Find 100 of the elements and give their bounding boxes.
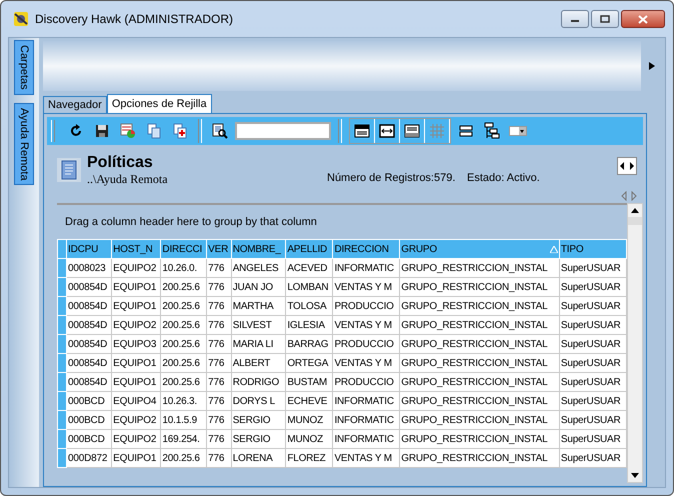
- table-cell: 000BCD: [66, 392, 112, 410]
- table-cell: 000854D: [66, 296, 112, 316]
- table-cell: PRODUCCIO: [332, 334, 400, 354]
- table-cell: 000854D: [66, 316, 112, 334]
- table-cell: 000BCD: [66, 410, 112, 430]
- row-indicator[interactable]: [58, 372, 66, 392]
- table-cell: 776: [206, 410, 232, 430]
- table-cell: 000854D: [66, 278, 112, 296]
- nav-arrows-icon[interactable]: [621, 191, 637, 201]
- column-header[interactable]: VER: [206, 240, 232, 258]
- column-header[interactable]: HOST_N: [112, 240, 161, 258]
- table-cell: 200.25.6: [160, 334, 207, 354]
- tab[interactable]: Navegador: [43, 96, 107, 113]
- row-indicator[interactable]: [58, 316, 66, 334]
- table-cell: EQUIPO2: [112, 258, 161, 278]
- maximize-icon: [600, 15, 610, 23]
- table-cell: GRUPO_RESTRICCION_INSTAL: [400, 430, 560, 448]
- table-cell: 200.25.6: [160, 278, 207, 296]
- table-cell: SuperUSUAR: [559, 334, 626, 354]
- column-header[interactable]: NOMBRE_: [231, 240, 286, 258]
- table-cell: GRUPO_RESTRICCION_INSTAL: [400, 392, 560, 410]
- table-cell: 000854D: [66, 354, 112, 372]
- maximize-button[interactable]: [591, 10, 619, 28]
- scroll-thumb[interactable]: [628, 217, 642, 225]
- table-cell: 200.25.6: [160, 316, 207, 334]
- side-tab[interactable]: Ayuda Remota: [14, 102, 34, 186]
- table-cell: INFORMATIC: [332, 430, 400, 448]
- side-tab[interactable]: Carpetas: [14, 40, 34, 95]
- minimize-button[interactable]: [561, 10, 589, 28]
- table-cell: PRODUCCIO: [332, 372, 400, 392]
- vertical-scrollbar[interactable]: [627, 203, 643, 483]
- close-button[interactable]: [621, 10, 665, 28]
- table-cell: INFORMATIC: [332, 392, 400, 410]
- table-cell: 000854D: [66, 372, 112, 392]
- table-cell: EQUIPO3: [112, 334, 161, 354]
- table-cell: 10.26.0.: [160, 258, 207, 278]
- table-cell: VENTAS Y M: [332, 316, 400, 334]
- table-cell: BUSTAM: [286, 372, 333, 392]
- scroll-arrows-button[interactable]: [617, 157, 637, 175]
- table-cell: ECHEVE: [286, 392, 333, 410]
- folder-path: ..\Ayuda Remota: [87, 172, 169, 186]
- table-cell: 776: [206, 392, 232, 410]
- row-indicator[interactable]: [58, 430, 66, 448]
- table-cell: SuperUSUAR: [559, 372, 626, 392]
- table-cell: RODRIGO: [231, 372, 286, 392]
- group-hint: Drag a column header here to group by that column: [65, 216, 317, 228]
- row-indicator[interactable]: [58, 296, 66, 316]
- table-cell: ORTEGA: [286, 354, 333, 372]
- row-indicator[interactable]: [58, 448, 66, 468]
- search-field[interactable]: [235, 122, 331, 140]
- table-cell: INFORMATIC: [332, 410, 400, 430]
- table-cell: SuperUSUAR: [559, 392, 626, 410]
- left-right-arrows-icon: [620, 162, 634, 170]
- row-indicator[interactable]: [58, 278, 66, 296]
- table-cell: GRUPO_RESTRICCION_INSTAL: [400, 316, 560, 334]
- table-cell: ANGELES: [231, 258, 286, 278]
- table-cell: SuperUSUAR: [559, 278, 626, 296]
- table-cell: SuperUSUAR: [559, 316, 626, 334]
- column-header[interactable]: IDCPU: [66, 240, 112, 258]
- table-cell: 200.25.6: [160, 354, 207, 372]
- scroll-up-icon[interactable]: [631, 208, 639, 213]
- table-cell: 776: [206, 372, 232, 392]
- app-icon: [13, 11, 29, 27]
- row-indicator[interactable]: [58, 354, 66, 372]
- table-cell: EQUIPO2: [112, 430, 161, 448]
- table-cell: JUAN JO: [231, 278, 286, 296]
- table-cell: MUNOZ: [286, 410, 333, 430]
- column-header[interactable]: DIRECCI: [160, 240, 207, 258]
- table-cell: GRUPO_RESTRICCION_INSTAL: [400, 448, 560, 468]
- table-cell: SuperUSUAR: [559, 448, 626, 468]
- table-cell: MARIA LI: [231, 334, 286, 354]
- row-indicator[interactable]: [58, 392, 66, 410]
- table-cell: SuperUSUAR: [559, 430, 626, 448]
- table-cell: 776: [206, 334, 232, 354]
- column-header[interactable]: TIPO: [559, 240, 626, 258]
- column-header[interactable]: GRUPO: [400, 240, 560, 258]
- table-cell: 776: [206, 430, 232, 448]
- row-indicator[interactable]: [58, 334, 66, 354]
- column-header[interactable]: APELLID: [286, 240, 333, 258]
- expand-arrow-icon[interactable]: [649, 62, 655, 70]
- record-count: Número de Registros:579.: [327, 172, 456, 184]
- table-cell: SuperUSUAR: [559, 354, 626, 372]
- table-cell: FLOREZ: [286, 448, 333, 468]
- column-header[interactable]: DIRECCION: [332, 240, 400, 258]
- table-cell: 169.254.: [160, 430, 207, 448]
- row-indicator: [58, 240, 66, 258]
- table-cell: VENTAS Y M: [332, 448, 400, 468]
- table-cell: ACEVED: [286, 258, 333, 278]
- table-cell: EQUIPO1: [112, 278, 161, 296]
- scroll-down-icon[interactable]: [631, 473, 639, 478]
- table-cell: SERGIO: [231, 430, 286, 448]
- row-indicator[interactable]: [58, 410, 66, 430]
- table-cell: IGLESIA: [286, 316, 333, 334]
- table-cell: 776: [206, 258, 232, 278]
- table-cell: GRUPO_RESTRICCION_INSTAL: [400, 410, 560, 430]
- row-indicator[interactable]: [58, 258, 66, 278]
- table-cell: EQUIPO1: [112, 354, 161, 372]
- table-cell: ALBERT: [231, 354, 286, 372]
- tab[interactable]: Opciones de Rejilla: [106, 94, 212, 113]
- table-cell: EQUIPO1: [112, 296, 161, 316]
